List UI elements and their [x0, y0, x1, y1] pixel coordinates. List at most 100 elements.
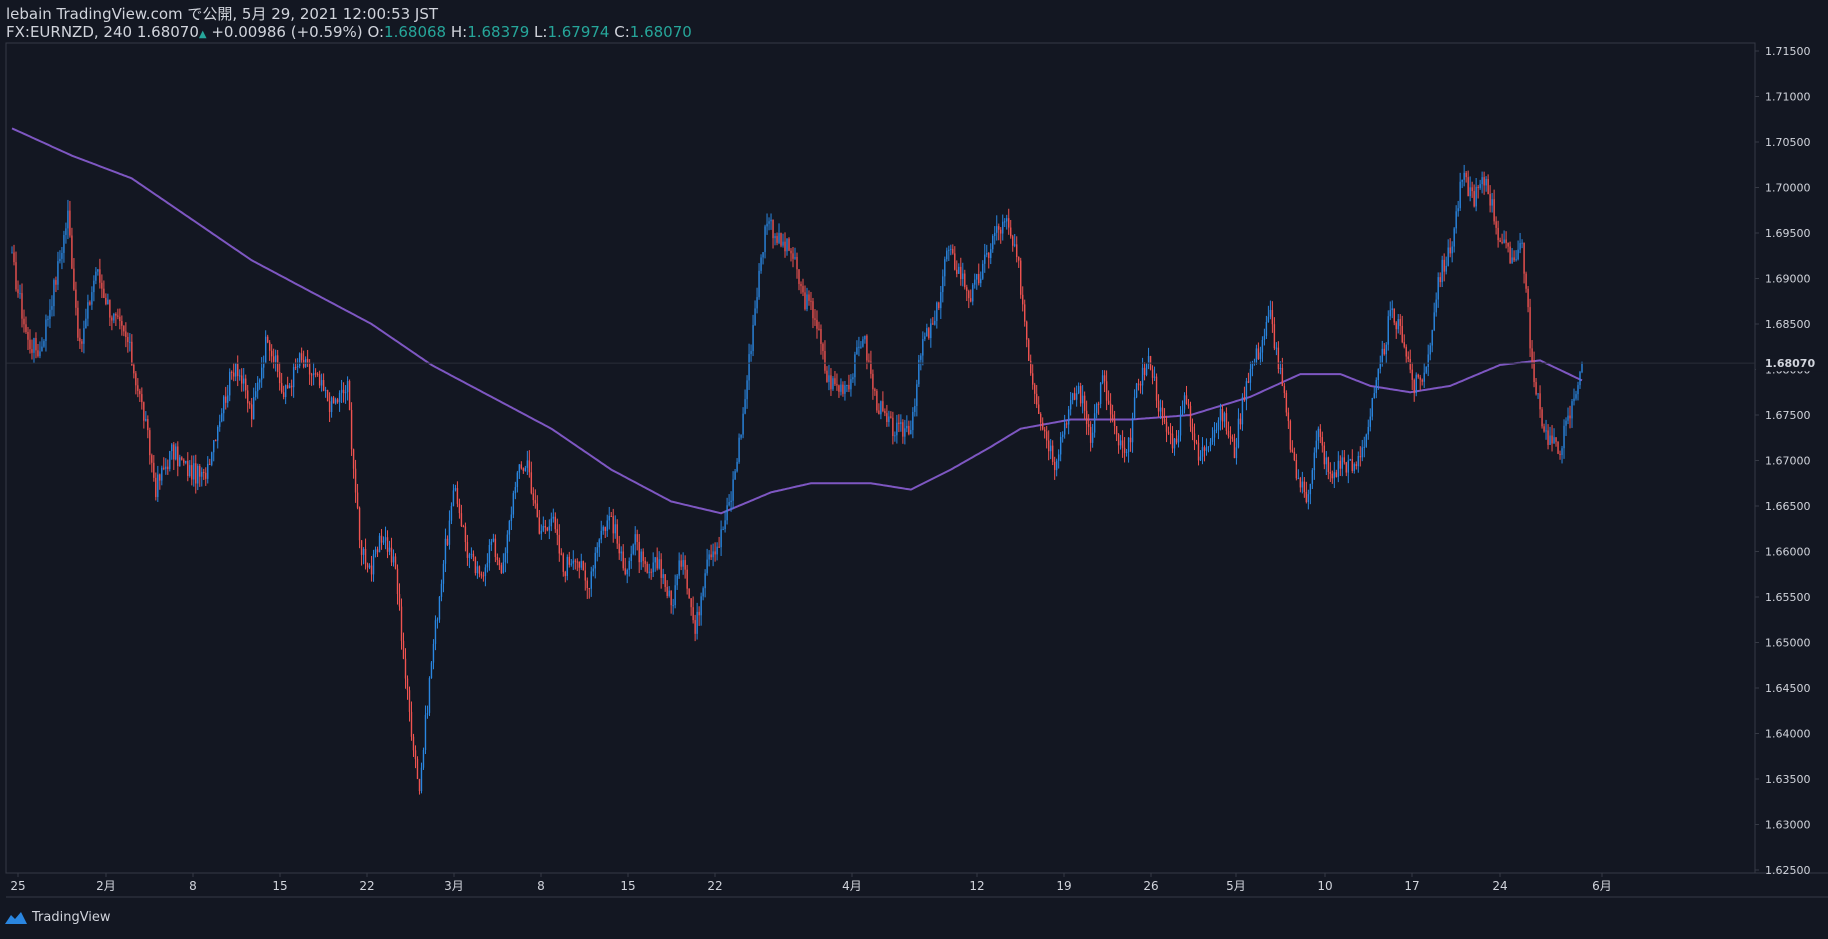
y-tick-label: 1.66500 [1765, 500, 1811, 513]
candle-body [734, 471, 736, 480]
candle-body [1181, 409, 1184, 415]
candle-body [500, 565, 503, 573]
y-tick-label: 1.69500 [1765, 227, 1811, 240]
y-tick-label: 1.68500 [1765, 318, 1811, 331]
candle-body [1065, 423, 1068, 425]
candle-body [422, 750, 425, 768]
candle-body [229, 371, 231, 396]
candle-body [1427, 354, 1429, 367]
candle-body [103, 288, 105, 298]
candle-body [298, 353, 301, 366]
candle-body [61, 252, 63, 259]
candle-body [808, 294, 810, 301]
candle-body [1505, 239, 1507, 243]
candle-body [131, 341, 133, 365]
candle-body [1333, 472, 1336, 479]
candle-body [300, 353, 303, 361]
candle-body [1233, 438, 1236, 459]
candle-body [1211, 437, 1214, 442]
candle-body [121, 321, 123, 326]
candle-body [1309, 483, 1312, 495]
candle-body [248, 403, 251, 405]
candle-body [688, 588, 690, 599]
candle-body [558, 534, 561, 554]
candle-body [71, 235, 73, 269]
candle-body [1383, 348, 1385, 355]
candle-body [580, 561, 582, 568]
candle-body [1391, 308, 1393, 311]
candle-body [1497, 227, 1499, 241]
candle-body [137, 385, 139, 391]
candle-body [990, 249, 992, 259]
candle-body [814, 318, 816, 320]
candle-body [350, 410, 353, 450]
candle-body [1051, 445, 1054, 462]
candle-body [738, 437, 740, 462]
candle-body [906, 425, 908, 429]
candle-body [1008, 218, 1010, 228]
y-tick-label: 1.63000 [1765, 819, 1811, 832]
candle-body [1377, 368, 1379, 381]
candle-body [602, 526, 604, 531]
candle-body [570, 563, 572, 565]
candle-body [1397, 319, 1399, 330]
candle-body [1321, 437, 1324, 446]
candle-body [1231, 437, 1234, 439]
candle-body [758, 270, 760, 298]
candle-body [1033, 384, 1036, 394]
candle-body [290, 385, 293, 388]
candle-body [434, 620, 437, 644]
candle-body [838, 385, 840, 392]
candle-body [316, 373, 319, 375]
candle-body [812, 301, 814, 319]
candle-body [718, 546, 720, 548]
candle-body [1028, 339, 1030, 361]
candle-body [448, 520, 451, 545]
candle-body [376, 549, 379, 553]
candle-body [1263, 335, 1266, 340]
candle-body [980, 278, 982, 284]
candle-body [468, 554, 471, 558]
candle-body [187, 460, 189, 477]
candle-body [123, 325, 125, 332]
candle-body [1043, 429, 1046, 432]
candle-body [1575, 394, 1577, 399]
candle-body [233, 372, 235, 377]
candle-body [1395, 322, 1397, 330]
y-tick-label: 1.65000 [1765, 637, 1811, 650]
candle-body [630, 553, 632, 561]
candle-body [1455, 211, 1457, 229]
candle-body [83, 328, 85, 344]
candle-body [806, 294, 808, 310]
candle-body [239, 375, 241, 377]
candle-body [1335, 472, 1338, 477]
candle-body [952, 248, 954, 254]
candle-body [924, 336, 926, 340]
footer-brand[interactable]: TradingView [4, 910, 111, 925]
candle-body [754, 308, 756, 326]
candle-body [157, 474, 159, 498]
candle-body [1415, 374, 1417, 394]
candle-body [77, 307, 79, 338]
candle-body [664, 574, 666, 587]
candle-body [282, 392, 285, 398]
candle-body [1209, 441, 1212, 447]
price-chart[interactable]: 25 2月 8 15 22 3月 8 15 22 4月 12 19 26 5月 10 17 24 6月 1.715… [0, 0, 1828, 939]
candle-body [1061, 434, 1064, 437]
candle-body [768, 221, 770, 224]
x-tick-label: 25 [10, 879, 25, 893]
candle-body [1295, 460, 1298, 479]
candle-body [1183, 395, 1186, 410]
candle-body [1437, 277, 1439, 300]
candle-body [1331, 473, 1334, 479]
candle-body [766, 223, 768, 227]
candle-body [1451, 246, 1453, 254]
candle-body [638, 541, 640, 563]
candle-body [996, 226, 998, 233]
candle-body [1411, 369, 1413, 380]
candle-body [622, 551, 624, 569]
candle-body [1531, 348, 1533, 362]
candle-body [454, 488, 457, 491]
candle-body [912, 411, 914, 431]
candle-body [201, 471, 203, 477]
